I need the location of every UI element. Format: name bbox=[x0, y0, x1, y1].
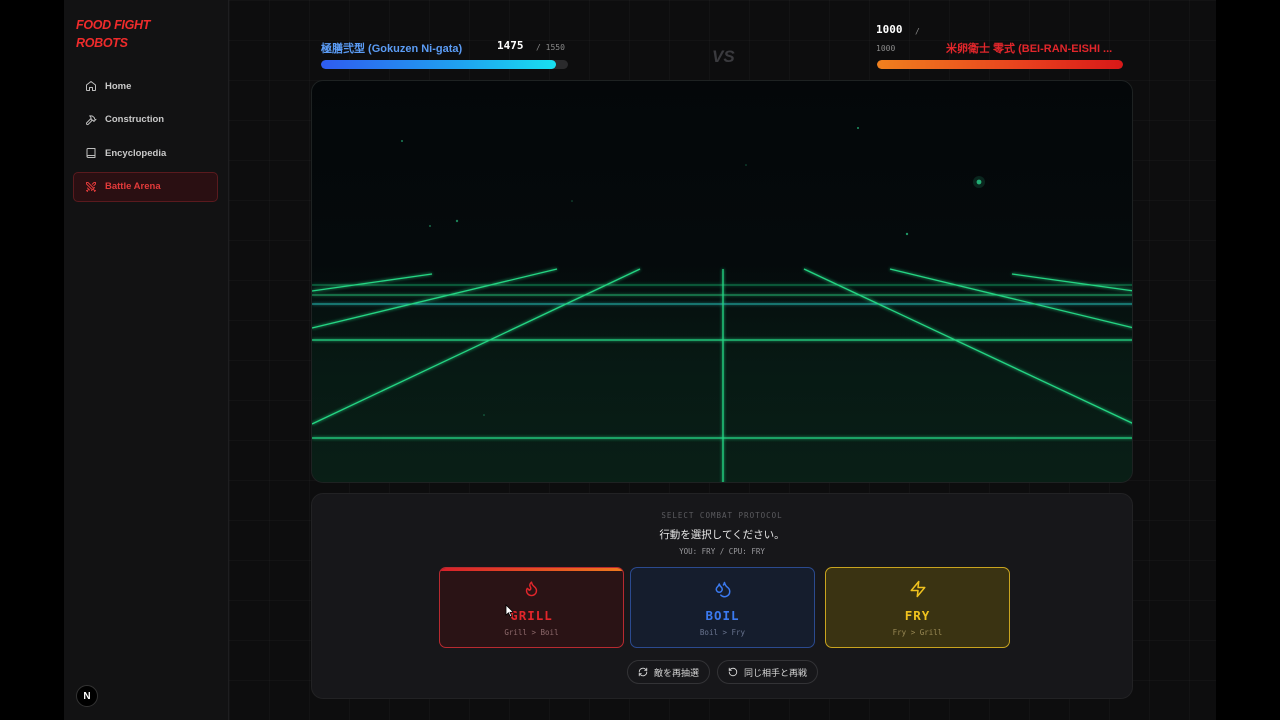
droplets-icon bbox=[631, 580, 814, 598]
zap-icon bbox=[826, 580, 1009, 598]
action-rule: Boil > Fry bbox=[699, 628, 746, 637]
player-hp-bar bbox=[321, 60, 568, 69]
enemy-hp-separator: / bbox=[915, 27, 920, 36]
sidebar-item-label: Battle Arena bbox=[105, 181, 161, 192]
action-rule: Grill > Boil bbox=[504, 628, 559, 637]
sidebar-item-label: Encyclopedia bbox=[105, 147, 167, 159]
sidebar-item-construction[interactable]: Construction bbox=[73, 105, 218, 135]
player-name: 極膳弐型 (Gokuzen Ni-gata) bbox=[321, 43, 463, 55]
book-icon bbox=[84, 147, 97, 160]
framework-badge[interactable]: N bbox=[76, 685, 98, 707]
action-title: GRILL bbox=[510, 608, 553, 623]
rotate-ccw-icon bbox=[728, 667, 738, 677]
grill-action-card[interactable]: GRILL Grill > Boil bbox=[439, 567, 624, 648]
sidebar-item-encyclopedia[interactable]: Encyclopedia bbox=[73, 138, 218, 168]
boil-action-card[interactable]: BOIL Boil > Fry bbox=[630, 567, 815, 648]
sidebar: FOOD FIGHT ROBOTS Home Construction Ency… bbox=[64, 0, 229, 720]
rematch-label: 同じ相手と再戦 bbox=[743, 667, 807, 678]
logo-line-2: ROBOTS bbox=[76, 36, 128, 50]
fry-action-card[interactable]: FRY Fry > Grill bbox=[825, 567, 1010, 648]
combat-protocol-panel: SELECT COMBAT PROTOCOL 行動を選択してください。 YOU:… bbox=[311, 493, 1133, 699]
player-hp-max: / 1550 bbox=[536, 43, 565, 52]
app-window: FOOD FIGHT ROBOTS Home Construction Ency… bbox=[64, 0, 1216, 720]
action-prompt: 行動を選択してください。 bbox=[659, 529, 785, 541]
reroll-enemy-button[interactable]: 敵を再抽選 bbox=[627, 660, 710, 684]
sidebar-nav: Home Construction Encyclopedia Battle Ar… bbox=[73, 71, 218, 205]
battle-arena-viewport[interactable] bbox=[311, 80, 1133, 483]
sidebar-item-label: Construction bbox=[105, 114, 165, 125]
sidebar-item-label: Home bbox=[105, 80, 132, 92]
sidebar-item-home[interactable]: Home bbox=[73, 71, 218, 101]
enemy-name: 米卵衛士 零式 (BEI-RAN-EISHI ... bbox=[946, 43, 1113, 55]
vs-label: VS bbox=[712, 47, 735, 66]
action-rule: Fry > Grill bbox=[892, 628, 943, 637]
letterbox-left bbox=[0, 0, 64, 720]
enemy-hp-max: 1000 bbox=[876, 44, 896, 53]
player-hp-value: 1475 bbox=[497, 39, 524, 52]
swords-icon bbox=[84, 180, 97, 193]
flame-icon bbox=[440, 580, 623, 597]
letterbox-right bbox=[1216, 0, 1280, 720]
rematch-button[interactable]: 同じ相手と再戦 bbox=[717, 660, 818, 684]
battle-main: 極膳弐型 (Gokuzen Ni-gata) 1475 / 1550 VS 10… bbox=[229, 0, 1216, 720]
arena-grid-floor bbox=[312, 127, 1132, 482]
player-hp-fill bbox=[321, 60, 557, 69]
app-logo[interactable]: FOOD FIGHT ROBOTS bbox=[76, 16, 196, 52]
sidebar-item-battle-arena[interactable]: Battle Arena bbox=[73, 171, 218, 202]
refresh-icon bbox=[638, 667, 648, 677]
action-title: FRY bbox=[904, 608, 931, 623]
protocol-label: SELECT COMBAT PROTOCOL bbox=[661, 511, 783, 520]
reroll-enemy-label: 敵を再抽選 bbox=[653, 667, 699, 678]
enemy-hp-value: 1000 bbox=[876, 23, 903, 36]
home-icon bbox=[84, 80, 97, 93]
last-moves-status: YOU: FRY / CPU: FRY bbox=[679, 547, 765, 556]
hammer-icon bbox=[84, 113, 97, 126]
enemy-hp-bar bbox=[877, 60, 1123, 69]
action-title: BOIL bbox=[705, 608, 740, 623]
enemy-hp-fill bbox=[877, 60, 1123, 69]
mouse-cursor bbox=[505, 604, 515, 623]
logo-line-1: FOOD FIGHT bbox=[76, 18, 151, 32]
